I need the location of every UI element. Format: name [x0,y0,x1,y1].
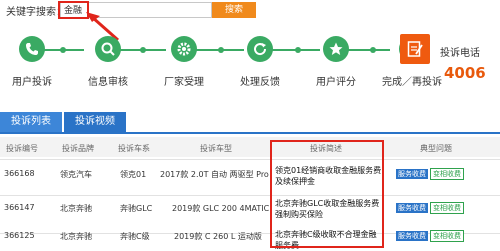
step-info-review: 信息审核 [78,30,138,88]
tag-service-fee[interactable]: 服务收费 [396,203,428,213]
cell-model: 2019款 GLC 200 4MATIC [172,204,270,213]
search-bar: 关键字搜索： 金融 搜索 [0,0,500,24]
tag-disguised-fee[interactable]: 变相收费 [430,168,464,180]
table-row[interactable]: 366168 领克汽车 领克01 2017款 2.0T 自动 两驱型 Pro 服… [0,165,500,195]
tab-bar: 投诉列表 投诉视频 [0,112,500,134]
tag-disguised-fee[interactable]: 变相收费 [430,202,464,214]
write-complaint-button[interactable] [400,34,430,64]
search-icon [95,36,121,62]
row-divider [0,159,500,160]
hotline-label: 投诉电话 [440,48,480,59]
search-highlight-box [58,1,89,19]
header-issue: 典型问题 [420,144,452,153]
cell-tags: 服务收费 变相收费 [396,230,500,242]
step-dot [218,47,224,53]
step-feedback: 处理反馈 [230,30,290,88]
desc-highlight-box [270,140,384,248]
header-series: 投诉车系 [118,144,150,153]
tab-complaint-list[interactable]: 投诉列表 [0,112,62,132]
step-user-rating: 用户评分 [306,30,366,88]
step-dot [295,47,301,53]
step-label: 信息审核 [88,77,128,88]
cell-series[interactable]: 奔驰C级 [120,231,150,242]
cell-id: 366168 [4,169,35,178]
cell-tags: 服务收费 变相收费 [396,202,500,214]
cell-tags: 服务收费 变相收费 [396,168,500,180]
step-maker-accept: 厂家受理 [154,30,214,88]
step-label: 完成／再投诉 [382,77,442,88]
header-id: 投诉编号 [6,144,38,153]
cell-series[interactable]: 奔驰GLC [120,203,152,214]
cell-id: 366125 [4,231,35,240]
edit-icon [407,41,423,57]
cell-id: 366147 [4,203,35,212]
tab-complaint-video[interactable]: 投诉视频 [64,112,126,132]
row-divider [0,195,500,196]
step-dot [140,47,146,53]
tag-service-fee[interactable]: 服务收费 [396,169,428,179]
table-header: 投诉编号 投诉品牌 投诉车系 投诉车型 投诉简述 典型问题 [0,137,500,157]
tag-disguised-fee[interactable]: 变相收费 [430,230,464,242]
tag-service-fee[interactable]: 服务收费 [396,231,428,241]
step-label: 用户投诉 [12,77,52,88]
cell-model: 2017款 2.0T 自动 两驱型 Pro [160,170,269,179]
cell-brand[interactable]: 北京奔驰 [60,203,92,214]
cell-brand[interactable]: 领克汽车 [60,169,92,180]
search-button[interactable]: 搜索 [212,2,256,18]
table-row[interactable]: 366125 北京奔驰 奔驰C级 2019款 C 260 L 运动版 服务收费变… [0,229,500,249]
star-icon [323,36,349,62]
cell-brand[interactable]: 北京奔驰 [60,231,92,242]
refresh-icon [247,36,273,62]
step-label: 厂家受理 [164,77,204,88]
header-model: 投诉车型 [200,144,232,153]
hotline-number: 4006 [444,64,486,82]
step-user-complaint: 用户投诉 [2,30,62,88]
table-row[interactable]: 366147 北京奔驰 奔驰GLC 2019款 GLC 200 4MATIC 服… [0,199,500,233]
cell-model: 2019款 C 260 L 运动版 [174,232,262,241]
gear-icon [171,36,197,62]
header-brand: 投诉品牌 [62,144,94,153]
search-label: 关键字搜索： [6,7,66,18]
step-label: 处理反馈 [240,77,280,88]
step-label: 用户评分 [316,77,356,88]
cell-series[interactable]: 领克01 [120,169,146,180]
phone-icon [19,36,45,62]
